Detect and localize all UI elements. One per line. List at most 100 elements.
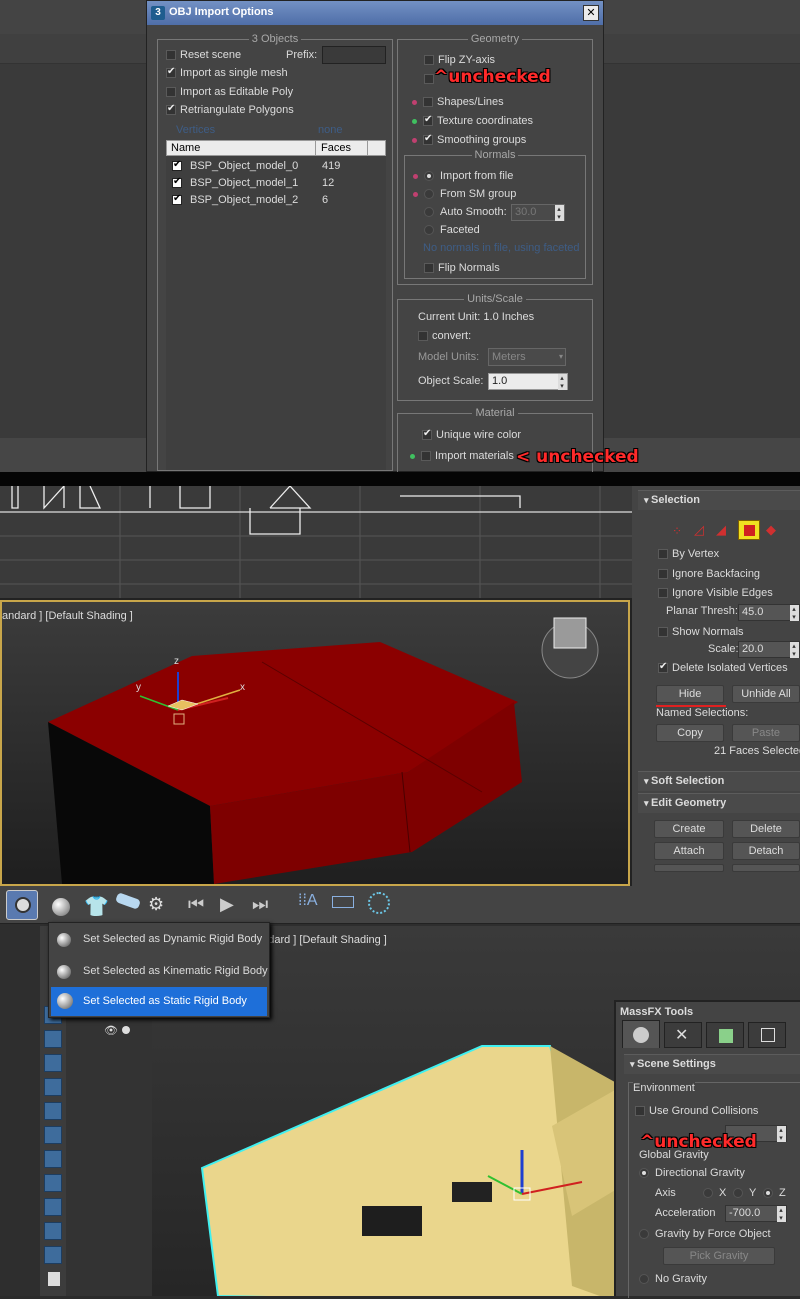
helper-icon[interactable] — [44, 1078, 62, 1096]
world-params-icon[interactable] — [6, 890, 38, 920]
play-sim-icon[interactable]: ▶ — [220, 894, 234, 915]
axis-z-radio[interactable]: Z — [763, 1187, 786, 1199]
hide-button[interactable]: Hide — [656, 685, 724, 703]
menu-item-kinematic[interactable]: Set Selected as Kinematic Rigid Body — [51, 957, 268, 985]
normals-scale-spinner[interactable]: 20.0 — [738, 641, 800, 658]
cloth-icon[interactable]: 👕 — [84, 894, 109, 919]
smoothing-groups-checkbox[interactable]: Smoothing groups — [412, 133, 526, 146]
utility-icon[interactable] — [44, 1150, 62, 1168]
paint-icon[interactable] — [44, 1174, 62, 1192]
model-units-dropdown[interactable]: Meters ▾ — [488, 348, 566, 366]
paste-button[interactable]: Paste — [732, 724, 800, 742]
directional-gravity-radio[interactable]: Directional Gravity — [639, 1167, 745, 1179]
selection-rollout[interactable]: Selection — [638, 490, 800, 510]
delete-isolated-checkbox[interactable]: Delete Isolated Vertices — [658, 661, 788, 674]
no-gravity-radio[interactable]: No Gravity — [639, 1273, 707, 1285]
polygon-icon[interactable] — [738, 520, 760, 540]
constraint-icon[interactable] — [115, 892, 141, 910]
document-icon[interactable] — [48, 1272, 60, 1286]
element-icon[interactable]: ◆ — [766, 522, 776, 538]
import-from-file-radio[interactable]: Import from file — [413, 170, 513, 182]
rigid-body-icon[interactable] — [52, 898, 70, 916]
edge-icon[interactable]: ◿ — [694, 522, 704, 538]
system-icon[interactable] — [44, 1126, 62, 1144]
faceted-radio[interactable]: Faceted — [424, 224, 480, 236]
acceleration-spinner[interactable]: -700.0 — [725, 1205, 787, 1222]
object-scale-spinner[interactable]: 1.0 — [488, 373, 568, 390]
shapes-lines-checkbox[interactable]: Shapes/Lines — [412, 96, 504, 108]
eye-toggle-icon[interactable]: 👁 — [104, 1024, 118, 1037]
reset-scene-checkbox[interactable]: Reset scene — [166, 49, 241, 61]
pick-gravity-button[interactable]: Pick Gravity — [663, 1247, 775, 1265]
copy-button[interactable]: Copy — [656, 724, 724, 742]
editable-poly-checkbox[interactable]: Import as Editable Poly — [166, 86, 293, 98]
auto-smooth-spinner[interactable]: 30.0 — [511, 204, 565, 221]
reset-sim-icon[interactable]: ⏮ — [188, 894, 204, 915]
step-sim-icon[interactable]: ⏭ — [252, 894, 268, 915]
spacewarp-icon[interactable] — [44, 1102, 62, 1120]
planar-thresh-spinner[interactable]: 45.0 — [738, 604, 800, 621]
retriangulate-checkbox[interactable]: Retriangulate Polygons — [166, 103, 294, 116]
list-icon[interactable] — [44, 1198, 62, 1216]
create-button[interactable]: Create — [654, 820, 724, 838]
viewport-label[interactable]: andard ] [Default Shading ] — [2, 610, 133, 622]
vertex-icon[interactable]: ⁘ — [672, 524, 682, 538]
checkbox-box[interactable] — [166, 50, 176, 61]
import-materials-checkbox[interactable]: Import materials — [410, 450, 514, 462]
menu-item-dynamic[interactable]: Set Selected as Dynamic Rigid Body — [51, 925, 267, 953]
texture-coords-checkbox[interactable]: Texture coordinates — [412, 114, 533, 127]
from-sm-group-radio[interactable]: From SM group — [413, 188, 516, 200]
tab-tools[interactable]: ✕ — [664, 1022, 702, 1048]
partial-button[interactable] — [654, 864, 724, 872]
ignore-visible-edges-checkbox[interactable]: Ignore Visible Edges — [658, 587, 773, 599]
soft-selection-rollout[interactable]: Soft Selection — [638, 771, 800, 791]
current-unit-text: Current Unit: 1.0 Inches — [418, 311, 535, 323]
eye-icon[interactable] — [44, 1246, 62, 1264]
single-mesh-checkbox[interactable]: Import as single mesh — [166, 66, 288, 79]
ignore-backfacing-label: Ignore Backfacing — [672, 568, 761, 580]
table-row[interactable]: BSP_Object_model_2 6 — [172, 193, 328, 206]
ground-collisions-checkbox[interactable]: Use Ground Collisions — [635, 1105, 758, 1117]
col-faces-header[interactable]: Faces — [321, 142, 351, 154]
unhide-all-button[interactable]: Unhide All — [732, 685, 800, 703]
delete-button[interactable]: Delete — [732, 820, 800, 838]
ruler-icon[interactable] — [332, 896, 354, 908]
snowflake-icon[interactable] — [44, 1222, 62, 1240]
axis-x-radio[interactable]: X — [703, 1187, 726, 1199]
table-row[interactable]: BSP_Object_model_1 12 — [172, 176, 334, 189]
auto-smooth-radio[interactable]: Auto Smooth: — [424, 206, 507, 218]
edit-geometry-rollout[interactable]: Edit Geometry — [638, 793, 800, 813]
massfx-title: MassFX Tools — [620, 1006, 694, 1018]
tab-display[interactable] — [748, 1022, 786, 1048]
light-icon[interactable] — [44, 1030, 62, 1048]
gravity-force-radio[interactable]: Gravity by Force Object — [639, 1228, 771, 1240]
ignore-backfacing-checkbox[interactable]: Ignore Backfacing — [658, 568, 760, 580]
object-scale-value: 1.0 — [492, 375, 508, 387]
table-row[interactable]: BSP_Object_model_0 419 — [172, 159, 340, 172]
attach-button[interactable]: Attach — [654, 842, 724, 860]
border-icon[interactable]: ◢ — [716, 522, 726, 538]
tab-edit[interactable] — [706, 1022, 744, 1048]
by-vertex-checkbox[interactable]: By Vertex — [658, 548, 719, 560]
dots-circle-icon[interactable] — [368, 892, 390, 914]
close-icon[interactable]: ✕ — [583, 5, 599, 21]
menu-item-static[interactable]: Set Selected as Static Rigid Body — [51, 987, 267, 1016]
col-name-header[interactable]: Name — [171, 142, 200, 154]
snap-icon[interactable]: ⁞⁞A — [298, 892, 318, 910]
tab-world[interactable] — [622, 1020, 660, 1048]
partial-button[interactable] — [732, 864, 800, 872]
flip-zy-checkbox[interactable]: Flip ZY-axis — [424, 54, 495, 66]
show-normals-checkbox[interactable]: Show Normals — [658, 626, 744, 638]
axis-y-radio[interactable]: Y — [733, 1187, 756, 1199]
unique-wire-checkbox[interactable]: Unique wire color — [422, 428, 521, 441]
prefix-input[interactable] — [322, 46, 386, 64]
scene-settings-rollout[interactable]: Scene Settings — [624, 1054, 800, 1074]
environment-title: Environment — [633, 1082, 695, 1094]
scale-label: Scale: — [708, 643, 739, 655]
convert-checkbox[interactable]: convert: — [418, 330, 471, 342]
camera-icon[interactable] — [44, 1054, 62, 1072]
viewport-label[interactable]: andard ] [Default Shading ] — [256, 934, 387, 946]
detach-button[interactable]: Detach — [732, 842, 800, 860]
flip-normals-checkbox[interactable]: Flip Normals — [424, 262, 500, 274]
ragdoll-icon[interactable]: ⚙ — [148, 894, 164, 915]
